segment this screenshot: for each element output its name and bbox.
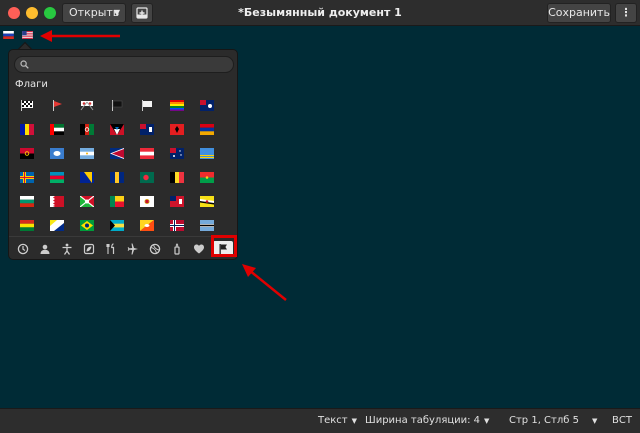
bahamas-flag-emoji[interactable]	[105, 216, 129, 236]
syntax-label: Текст	[318, 415, 348, 426]
chequered-flag-emoji[interactable]	[15, 96, 39, 116]
activities-icon[interactable]	[145, 241, 165, 257]
st-barthelemy-flag-emoji[interactable]	[135, 192, 159, 212]
brunei-flag-emoji[interactable]	[195, 192, 219, 212]
menu-button[interactable]: ⋮	[615, 3, 637, 23]
tab-width-label: Ширина табуляции: 4	[365, 415, 481, 426]
bangladesh-flag-emoji[interactable]	[135, 168, 159, 188]
ru-flag-icon	[3, 31, 14, 39]
argentina-flag-emoji[interactable]	[75, 144, 99, 164]
bahrain-flag-emoji[interactable]	[45, 192, 69, 212]
white-flag-emoji[interactable]	[135, 96, 159, 116]
austria-flag-emoji[interactable]	[135, 144, 159, 164]
emoji-search-field[interactable]	[14, 56, 234, 73]
triangular-flag-emoji[interactable]	[45, 96, 69, 116]
cursor-position-label: Стр 1, Стлб 5	[509, 415, 579, 426]
body-icon[interactable]	[57, 241, 77, 257]
open-button-label: Открыть	[69, 6, 120, 19]
aland-flag-emoji[interactable]	[15, 168, 39, 188]
bouvet-island-flag-emoji[interactable]	[165, 216, 189, 236]
afghanistan-flag-emoji[interactable]	[75, 120, 99, 140]
symbols-icon[interactable]	[189, 241, 209, 257]
status-bar: Текст ▼ Ширина табуляции: 4 ▼ Стр 1, Стлб …	[0, 408, 640, 433]
bulgaria-flag-emoji[interactable]	[15, 192, 39, 212]
section-title-flags: Флаги	[15, 79, 48, 90]
person-icon[interactable]	[35, 241, 55, 257]
close-window-button[interactable]	[8, 7, 20, 19]
azerbaijan-flag-emoji[interactable]	[45, 168, 69, 188]
botswana-flag-emoji[interactable]	[195, 216, 219, 236]
burundi-flag-emoji[interactable]	[75, 192, 99, 212]
search-icon	[20, 60, 29, 69]
anguilla-flag-emoji[interactable]	[135, 120, 159, 140]
emoji-search-input[interactable]	[32, 58, 228, 71]
benin-flag-emoji[interactable]	[105, 192, 129, 212]
new-document-icon	[136, 7, 148, 19]
bermuda-flag-emoji[interactable]	[165, 192, 189, 212]
open-button[interactable]: Открыть ▼	[62, 3, 126, 23]
ascension-island-flag-emoji[interactable]	[195, 96, 219, 116]
tab-width-selector[interactable]: Ширина табуляции: 4 ▼	[365, 409, 489, 433]
recent-icon[interactable]	[13, 241, 33, 257]
chevron-down-icon: ▼	[484, 417, 490, 425]
aruba-flag-emoji[interactable]	[195, 144, 219, 164]
andorra-flag-emoji[interactable]	[15, 120, 39, 140]
new-document-button[interactable]	[131, 3, 153, 23]
american-samoa-flag-emoji[interactable]	[105, 144, 129, 164]
emoji-picker-popover: Флаги	[8, 49, 238, 260]
objects-icon[interactable]	[167, 241, 187, 257]
uae-flag-emoji[interactable]	[45, 120, 69, 140]
bhutan-flag-emoji[interactable]	[135, 216, 159, 236]
brazil-flag-emoji[interactable]	[75, 216, 99, 236]
bosnia-flag-emoji[interactable]	[75, 168, 99, 188]
antigua-flag-emoji[interactable]	[105, 120, 129, 140]
bolivia-flag-emoji[interactable]	[15, 216, 39, 236]
minimize-window-button[interactable]	[26, 7, 38, 19]
black-flag-emoji[interactable]	[105, 96, 129, 116]
maximize-window-button[interactable]	[44, 7, 56, 19]
cursor-position-selector[interactable]: Стр 1, Стлб 5	[509, 409, 579, 433]
australia-flag-emoji[interactable]	[165, 144, 189, 164]
caribbean-netherlands-flag-emoji[interactable]	[45, 216, 69, 236]
document-title: *Безымянный документ 1	[238, 6, 402, 19]
rainbow-flag-emoji[interactable]	[165, 96, 189, 116]
emoji-grid	[13, 96, 237, 236]
burkina-faso-flag-emoji[interactable]	[195, 168, 219, 188]
encoding-dropdown[interactable]: ▼	[588, 409, 597, 433]
save-button[interactable]: Сохранить	[547, 3, 611, 23]
albania-flag-emoji[interactable]	[165, 120, 189, 140]
syntax-selector[interactable]: Текст ▼	[318, 409, 357, 433]
armenia-flag-emoji[interactable]	[195, 120, 219, 140]
chevron-down-icon: ▼	[351, 417, 358, 425]
annotation-highlight-box	[211, 235, 237, 257]
us-flag-icon	[22, 31, 33, 39]
food-icon[interactable]	[101, 241, 121, 257]
chevron-down-icon: ▼	[592, 417, 598, 425]
crossed-flags-emoji[interactable]	[75, 96, 99, 116]
belgium-flag-emoji[interactable]	[165, 168, 189, 188]
travel-icon[interactable]	[123, 241, 143, 257]
angola-flag-emoji[interactable]	[15, 144, 39, 164]
nature-icon[interactable]	[79, 241, 99, 257]
emoji-category-bar	[9, 236, 237, 260]
insert-mode-indicator[interactable]: ВСТ	[612, 409, 632, 433]
antarctica-flag-emoji[interactable]	[45, 144, 69, 164]
header-bar: Открыть ▼ *Безымянный документ 1 Сохрани…	[0, 0, 640, 26]
chevron-down-icon: ▼	[113, 8, 120, 17]
barbados-flag-emoji[interactable]	[105, 168, 129, 188]
